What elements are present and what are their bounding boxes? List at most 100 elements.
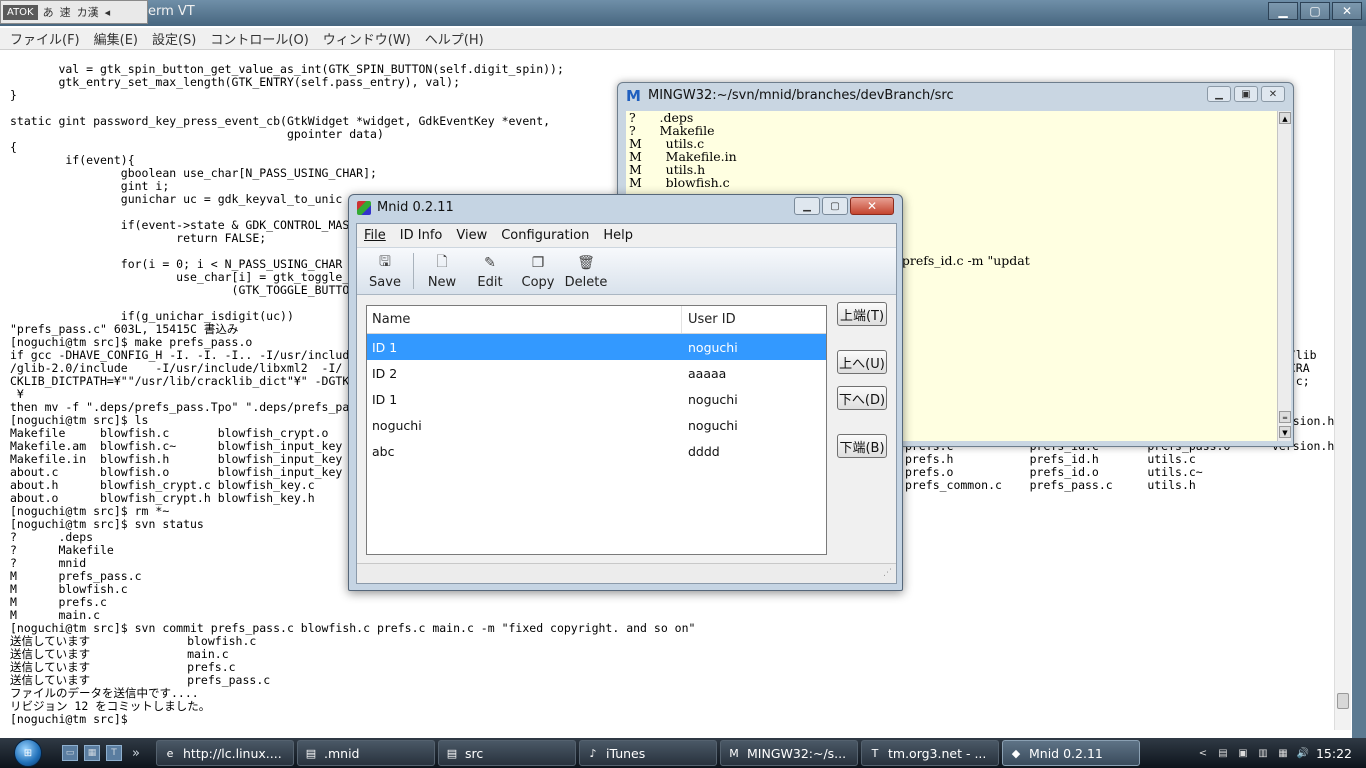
row-name: abc bbox=[372, 443, 395, 459]
menu-id-info[interactable]: ID Info bbox=[393, 228, 450, 243]
taskbar-button[interactable]: ▤ .mnid bbox=[297, 740, 435, 766]
copy-icon: ❐ bbox=[531, 255, 545, 271]
list-item[interactable]: abc dddd bbox=[367, 438, 826, 464]
terminal-line: M prefs.c bbox=[10, 595, 107, 609]
list-rows: ID 1 noguchi ID 2 aaaaa ID 1 noguchi noguchi no… bbox=[367, 334, 826, 464]
mnid-window[interactable]: Mnid 0.2.11 ▁ ▢ ✕ File ID Info View Conf… bbox=[348, 194, 903, 591]
language-icon[interactable]: ▣ bbox=[1236, 746, 1250, 760]
atok-hiragana-mode[interactable]: あ bbox=[40, 4, 57, 20]
edit-button[interactable]: ✎ Edit bbox=[466, 248, 514, 294]
teraterm-launch-icon[interactable]: T bbox=[106, 745, 122, 761]
network-icon[interactable]: ▥ bbox=[1256, 746, 1270, 760]
delete-button[interactable]: 🗑 Delete bbox=[562, 248, 610, 294]
taskbar-button[interactable]: Ttm.org3.net - ... bbox=[861, 740, 999, 766]
toolbar-separator bbox=[413, 253, 414, 289]
move-bottom-button[interactable]: 下端(B) bbox=[837, 434, 887, 458]
move-top-button[interactable]: 上端(T) bbox=[837, 302, 887, 326]
menu-view[interactable]: View bbox=[449, 228, 494, 243]
taskbar-button[interactable]: ▤ src bbox=[438, 740, 576, 766]
close-icon[interactable]: ✕ bbox=[850, 197, 894, 215]
keyboard-icon[interactable]: ▤ bbox=[1216, 746, 1230, 760]
atok-speed-mode[interactable]: 速 bbox=[57, 4, 74, 20]
taskbar: ⊞ ▭ ▦ T » e http://lc.linux.... ▤ .mnid ▤ src… bbox=[0, 738, 1366, 768]
copy-button[interactable]: ❐ Copy bbox=[514, 248, 562, 294]
terminal-scrollbar[interactable] bbox=[1334, 50, 1351, 730]
mingw-scrollbar[interactable]: ▲ ═ ▼ bbox=[1277, 111, 1291, 441]
new-button[interactable]: 🗋 New bbox=[418, 248, 466, 294]
delete-label: Delete bbox=[564, 275, 608, 290]
mnid-toolbar: 🖫 Save 🗋 New ✎ Edit ❐ Copy 🗑 Delete bbox=[357, 247, 896, 295]
tray-chevron-icon[interactable]: < bbox=[1196, 746, 1210, 760]
list-item[interactable]: ID 1 noguchi bbox=[367, 334, 826, 360]
quick-launch-more-icon[interactable]: » bbox=[128, 745, 144, 761]
minimize-icon[interactable]: ▁ bbox=[1268, 2, 1298, 20]
menu-settings[interactable]: 設定(S) bbox=[152, 29, 196, 48]
task-buttons: e http://lc.linux.... ▤ .mnid ▤ src ♪ iTunes M MI… bbox=[156, 740, 1143, 766]
scroll-down-icon[interactable]: ▼ bbox=[1279, 426, 1291, 438]
minimize-icon[interactable]: ▁ bbox=[794, 197, 820, 215]
minimize-icon[interactable]: ▁ bbox=[1207, 86, 1231, 102]
atok-ime-bar[interactable]: ATOK あ 速 カ漢 ◂ bbox=[0, 0, 148, 24]
terminal-line: 送信しています prefs_pass.c bbox=[10, 673, 271, 687]
windows-logo-icon: ⊞ bbox=[14, 739, 42, 767]
teraterm-menubar: ファイル(F) 編集(E) 設定(S) コントロール(O) ウィンドウ(W) ヘ… bbox=[0, 28, 1352, 50]
maximize-icon[interactable]: ▢ bbox=[1300, 2, 1330, 20]
list-item[interactable]: ID 2 aaaaa bbox=[367, 360, 826, 386]
teraterm-titlebar[interactable]: ATOK あ 速 カ漢 ◂ erm VT ▁ ▢ ✕ bbox=[0, 0, 1366, 26]
start-button[interactable]: ⊞ bbox=[0, 738, 56, 768]
maximize-icon[interactable]: ▢ bbox=[822, 197, 848, 215]
volume-icon[interactable]: 🔊 bbox=[1296, 746, 1310, 760]
mingw-titlebar[interactable]: M MINGW32:~/svn/mnid/branches/devBranch/… bbox=[618, 83, 1293, 109]
teraterm-icon: T bbox=[871, 746, 879, 760]
close-icon[interactable]: ✕ bbox=[1332, 2, 1362, 20]
taskbar-button-label: Mnid 0.2.11 bbox=[1029, 745, 1103, 761]
resize-grip-icon[interactable]: ⋰ bbox=[883, 568, 892, 578]
new-label: New bbox=[427, 275, 457, 290]
terminal-line: リビジョン 12 をコミットしました。 bbox=[10, 699, 211, 713]
floppy-disk-icon: 🖫 bbox=[379, 254, 391, 270]
taskbar-button[interactable]: ◆ Mnid 0.2.11 bbox=[1002, 740, 1140, 766]
move-up-button[interactable]: 上へ(U) bbox=[837, 350, 887, 374]
taskbar-button[interactable]: ♪ iTunes bbox=[579, 740, 717, 766]
atok-kanji-mode[interactable]: カ漢 bbox=[74, 4, 102, 20]
column-header-name[interactable]: Name bbox=[367, 306, 682, 333]
menu-help[interactable]: ヘルプ(H) bbox=[425, 29, 484, 48]
taskbar-button[interactable]: M MINGW32:~/s... bbox=[720, 740, 858, 766]
save-button[interactable]: 🖫 Save bbox=[361, 248, 409, 294]
row-user-id: noguchi bbox=[688, 417, 738, 433]
folder-icon: ▤ bbox=[305, 746, 317, 760]
clock[interactable]: 15:22 bbox=[1316, 746, 1352, 761]
mnid-titlebar[interactable]: Mnid 0.2.11 ▁ ▢ ✕ bbox=[349, 195, 902, 221]
move-down-button[interactable]: 下へ(D) bbox=[837, 386, 887, 410]
edit-label: Edit bbox=[477, 275, 503, 290]
menu-file[interactable]: File bbox=[357, 228, 393, 243]
close-icon[interactable]: ✕ bbox=[1261, 86, 1285, 102]
menu-file[interactable]: ファイル(F) bbox=[10, 29, 80, 48]
taskbar-button-label: http://lc.linux.... bbox=[183, 745, 282, 761]
menu-window[interactable]: ウィンドウ(W) bbox=[323, 29, 411, 48]
id-list[interactable]: Name User ID ID 1 noguchi ID 2 aaaaa ID 1 nog… bbox=[366, 305, 827, 555]
mnid-menubar: File ID Info View Configuration Help bbox=[357, 224, 896, 246]
menu-configuration[interactable]: Configuration bbox=[494, 228, 596, 243]
monitor-icon[interactable]: ▦ bbox=[1276, 746, 1290, 760]
restore-icon[interactable]: ▣ bbox=[1234, 86, 1258, 102]
menu-control[interactable]: コントロール(O) bbox=[210, 29, 308, 48]
column-header-user-id[interactable]: User ID bbox=[682, 312, 736, 327]
folder-icon: ▤ bbox=[446, 746, 458, 760]
switch-windows-icon[interactable]: ▦ bbox=[84, 745, 100, 761]
taskbar-button[interactable]: e http://lc.linux.... bbox=[156, 740, 294, 766]
mingw-title: MINGW32:~/svn/mnid/branches/devBranch/sr… bbox=[648, 88, 954, 103]
scroll-up-icon[interactable]: ▲ bbox=[1279, 112, 1291, 124]
list-item[interactable]: noguchi noguchi bbox=[367, 412, 826, 438]
show-desktop-icon[interactable]: ▭ bbox=[62, 745, 78, 761]
scroll-thumb[interactable]: ═ bbox=[1279, 411, 1291, 423]
menu-help[interactable]: Help bbox=[596, 228, 640, 243]
copy-label: Copy bbox=[521, 275, 555, 290]
menu-edit[interactable]: 編集(E) bbox=[94, 29, 138, 48]
list-item[interactable]: ID 1 noguchi bbox=[367, 386, 826, 412]
scrollbar-thumb[interactable] bbox=[1337, 693, 1349, 709]
row-user-id: noguchi bbox=[688, 391, 738, 407]
atok-arrow-icon[interactable]: ◂ bbox=[102, 6, 114, 19]
edit-icon: ✎ bbox=[484, 255, 496, 271]
mnid-icon: ◆ bbox=[1011, 746, 1021, 760]
